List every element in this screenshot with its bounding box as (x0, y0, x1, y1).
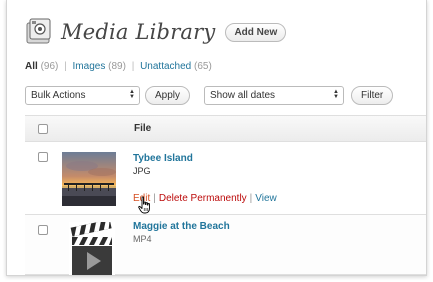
column-header-file[interactable]: File (134, 123, 151, 134)
media-title-link[interactable]: Tybee Island (133, 153, 193, 164)
row-actions: Edit|Delete Permanently|View (133, 193, 277, 204)
filter-separator: | (64, 61, 67, 72)
page-title: Media Library (61, 20, 216, 44)
media-thumbnail[interactable] (62, 152, 116, 206)
select-all-checkbox[interactable] (38, 124, 48, 134)
filter-unattached-count: (65) (194, 61, 212, 72)
media-filter-links: All (96) | Images (89) | Unattached (65) (25, 61, 212, 72)
table-row: Maggie at the Beach MP4 (25, 215, 426, 275)
media-title-link[interactable]: Maggie at the Beach (133, 221, 230, 232)
filter-separator: | (131, 61, 135, 72)
table-row: Tybee Island JPG Edit|Delete Permanently… (25, 142, 426, 215)
date-filter-selected-value: Show all dates (210, 89, 276, 101)
add-new-button[interactable]: Add New (225, 22, 287, 42)
row-checkbox[interactable] (38, 225, 48, 235)
media-library-icon (25, 17, 53, 47)
media-table: File Tybee Island JPG | Delete Permanent… (25, 115, 426, 275)
media-file-type: JPG (133, 166, 151, 176)
media-library-panel: Media Library Add New All (96) | Images … (6, 0, 427, 276)
filter-all-count: (96) (40, 61, 59, 72)
filter-images-link[interactable]: Images (73, 61, 106, 72)
video-clapper-icon[interactable] (69, 222, 115, 275)
select-arrows-icon: ▲ ▼ (333, 88, 339, 100)
select-arrows-icon: ▲ ▼ (129, 88, 135, 100)
filter-button[interactable]: Filter (351, 85, 394, 105)
date-filter-select[interactable]: Show all dates ▲ ▼ (204, 85, 345, 105)
tablenav-top: Bulk Actions ▲ ▼ Apply Show all dates ▲ ▼ … (25, 85, 394, 105)
filter-images-count: (89) (108, 61, 126, 72)
media-file-type: MP4 (133, 234, 152, 244)
filter-unattached-link[interactable]: Unattached (140, 61, 191, 72)
apply-button[interactable]: Apply (145, 85, 191, 105)
filter-all-link[interactable]: All (25, 61, 38, 72)
delete-permanently-link[interactable]: Delete Permanently (159, 193, 247, 204)
bulk-actions-selected-value: Bulk Actions (31, 89, 86, 101)
table-header: File (25, 115, 426, 142)
page-header: Media Library Add New (25, 14, 287, 50)
hand-pointer-cursor-icon (138, 196, 152, 214)
action-separator: | (249, 193, 253, 204)
bulk-actions-select[interactable]: Bulk Actions ▲ ▼ (25, 85, 140, 105)
view-link[interactable]: View (255, 193, 277, 204)
row-checkbox[interactable] (38, 152, 48, 162)
